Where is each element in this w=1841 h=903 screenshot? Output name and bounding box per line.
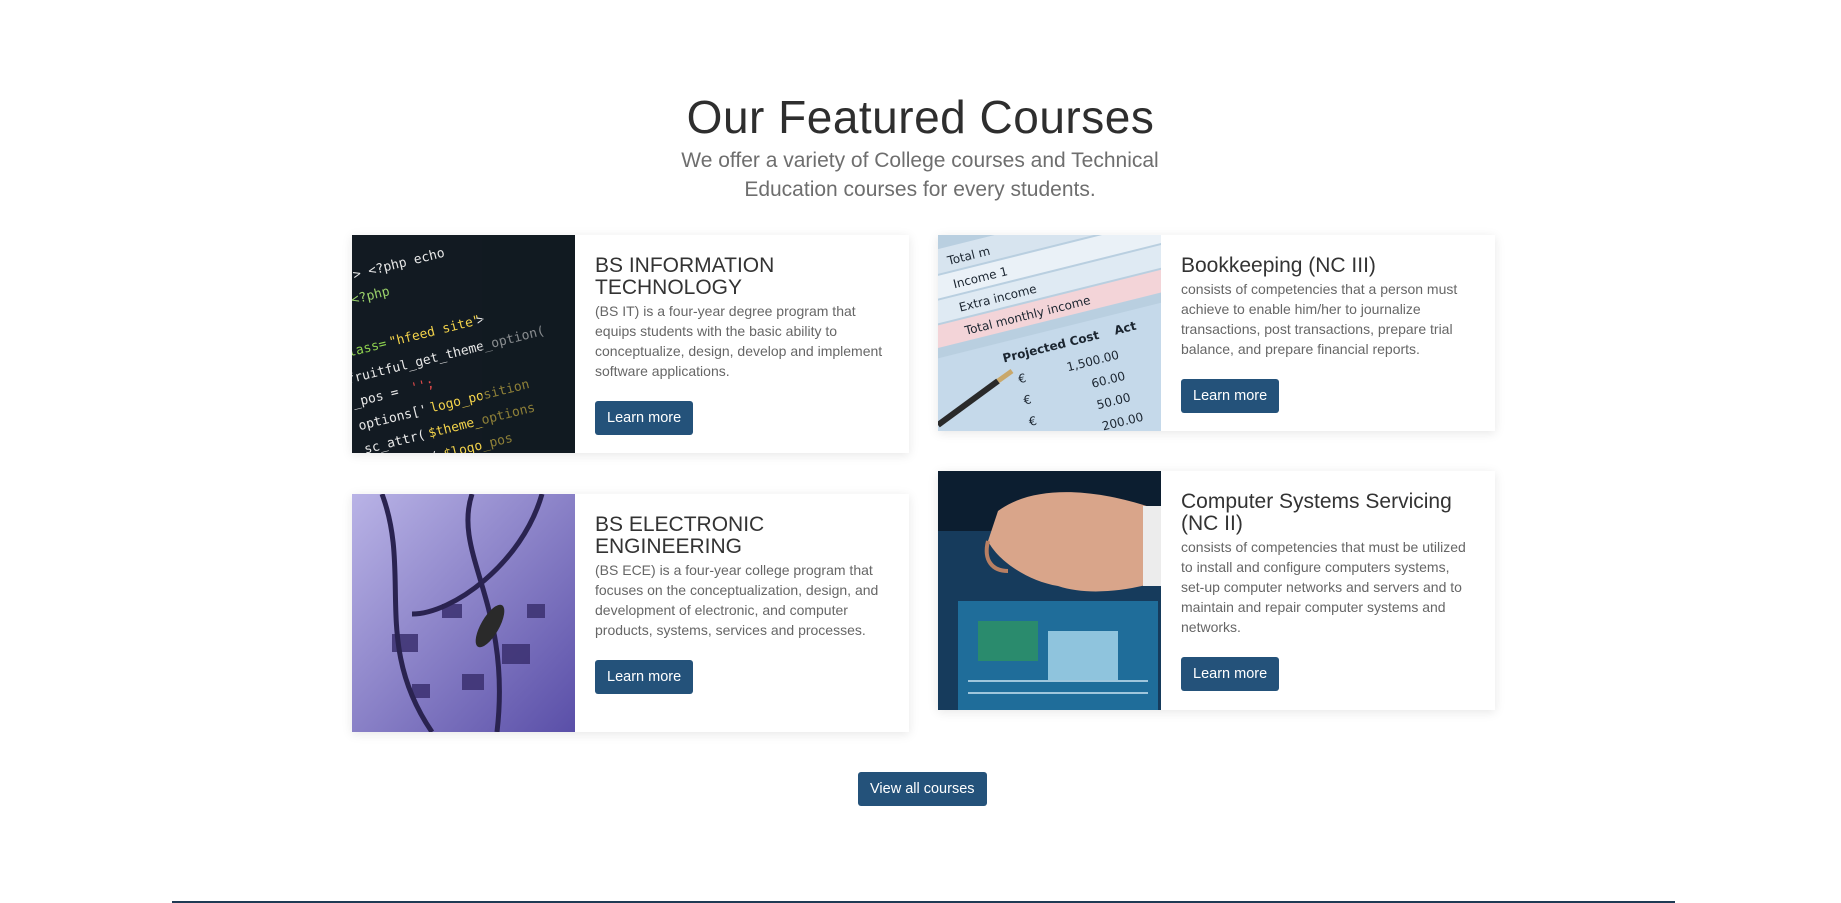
circuit-board-image [352, 494, 575, 732]
computer-repair-image [938, 471, 1161, 710]
course-description: (BS IT) is a four-year degree program th… [595, 303, 883, 379]
course-card-body: Bookkeeping (NC III) consists of compete… [1161, 235, 1495, 431]
financial-sheet-image: Total m Income 1 Extra income Total mont… [938, 235, 1161, 431]
view-all-courses-button[interactable]: View all courses [858, 772, 987, 806]
course-title: BS INFORMATION TECHNOLOGY [595, 254, 775, 299]
learn-more-button[interactable]: Learn more [595, 401, 694, 435]
course-description: (BS ECE) is a four-year college program … [595, 562, 879, 638]
course-description: consists of competencies that must be ut… [1181, 539, 1466, 635]
learn-more-button[interactable]: Learn more [1181, 379, 1280, 413]
course-card-bs-ece: BS ELECTRONIC ENGINEERING (BS ECE) is a … [352, 494, 909, 732]
course-card-bookkeeping: Total m Income 1 Extra income Total mont… [938, 235, 1495, 431]
learn-more-button[interactable]: Learn more [1181, 657, 1280, 691]
course-card-body: BS INFORMATION TECHNOLOGY (BS IT) is a f… [575, 235, 909, 453]
course-title: Computer Systems Servicing (NC II) [1181, 490, 1452, 535]
learn-more-button[interactable]: Learn more [595, 660, 694, 694]
course-card-body: BS ELECTRONIC ENGINEERING (BS ECE) is a … [575, 494, 909, 732]
course-title: Bookkeeping (NC III) [1181, 254, 1376, 277]
section-title: Our Featured Courses [686, 91, 1155, 143]
course-card-computer-systems-servicing: Computer Systems Servicing (NC II) consi… [938, 471, 1495, 710]
featured-courses-section: Our Featured Courses We offer a variety … [0, 0, 1841, 903]
code-screen-image: ); ?> <?php echo c="<?php > class="hfeed… [352, 235, 575, 453]
course-card-body: Computer Systems Servicing (NC II) consi… [1161, 471, 1495, 710]
section-subtitle: We offer a variety of College courses an… [681, 149, 1159, 201]
course-card-bs-it: ); ?> <?php echo c="<?php > class="hfeed… [352, 235, 909, 453]
course-title: BS ELECTRONIC ENGINEERING [595, 513, 765, 558]
course-description: consists of competencies that a person m… [1181, 281, 1458, 357]
